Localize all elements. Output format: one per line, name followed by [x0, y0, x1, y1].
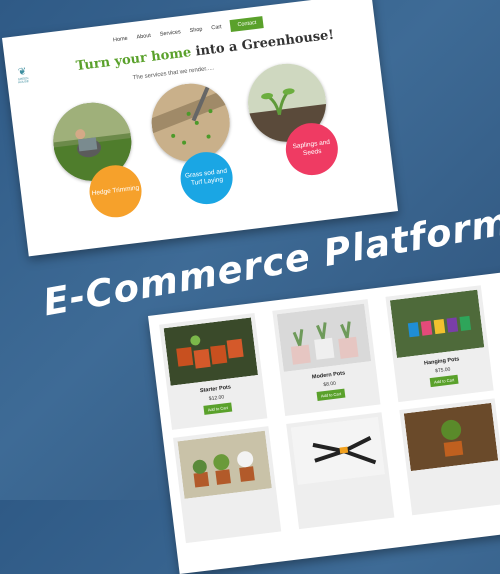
modern-pots-photo: [276, 303, 372, 372]
bonsai-pot-image: [403, 402, 499, 472]
turf-laying-photo: [147, 79, 235, 167]
pruning-shears-image: [290, 416, 386, 486]
hanging-pots-image: [389, 289, 485, 358]
product-card: Modern Pots $8.00 Add to Cart: [272, 299, 381, 417]
product-card: [286, 412, 395, 530]
service-image-turf[interactable]: [147, 79, 235, 167]
shop-page-screenshot: Starter Pots $12.00 Add to Cart Modern P…: [148, 264, 500, 574]
nav-item-services[interactable]: Services: [159, 29, 181, 38]
product-card: Hanging Pots $75.00 Add to Cart: [385, 285, 494, 403]
pruning-shears-photo: [290, 416, 386, 486]
contact-button[interactable]: Contact: [229, 16, 265, 33]
nav-item-about[interactable]: About: [136, 33, 151, 41]
nav-item-home[interactable]: Home: [113, 36, 128, 44]
product-card: Starter Pots $12.00 Add to Cart: [159, 313, 268, 430]
flower-pots-photo: [177, 430, 272, 499]
hanging-pots-photo: [389, 289, 485, 358]
logo[interactable]: ❦ GREEN HOUSE: [14, 66, 32, 85]
product-card: [173, 426, 282, 544]
hero-subtitle: The services that we render.....: [132, 65, 215, 82]
services-page-screenshot: ❦ GREEN HOUSE Home About Services Shop C…: [2, 0, 399, 257]
starter-pots-photo: [163, 317, 259, 386]
logo-text: GREEN HOUSE: [17, 76, 30, 85]
product-card: [399, 398, 500, 516]
flower-pots-image: [177, 430, 272, 499]
nav-item-cart[interactable]: Cart: [211, 24, 222, 31]
add-to-cart-button[interactable]: Add to Cart: [316, 388, 346, 401]
add-to-cart-button[interactable]: Add to Cart: [203, 402, 233, 415]
modern-pots-image: [276, 303, 372, 372]
starter-pots-image: [163, 317, 259, 386]
add-to-cart-button[interactable]: Add to Cart: [429, 374, 459, 388]
nav-item-shop[interactable]: Shop: [189, 27, 202, 35]
bonsai-pot-photo: [403, 402, 499, 472]
